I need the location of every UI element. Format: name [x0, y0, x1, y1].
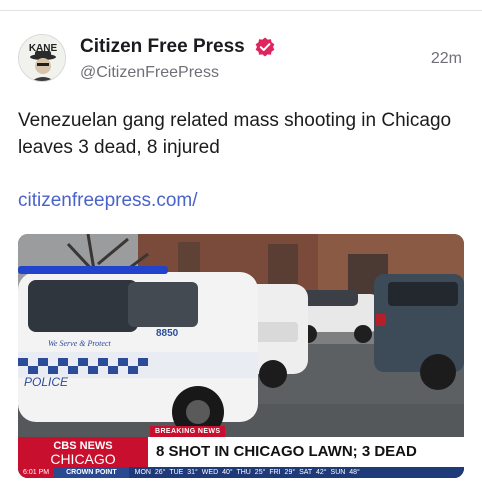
ticker-weather: MON 26° TUE 31° WED 40° THU 25° FRI 29° …: [134, 469, 360, 476]
cbs-logo: CBS NEWS CHICAGO: [18, 437, 148, 467]
ticker-location: CROWN POINT: [54, 467, 129, 478]
avatar[interactable]: KANE: [18, 34, 66, 82]
car-label: POLICE: [24, 375, 69, 389]
post-link[interactable]: citizenfreepress.com/: [18, 190, 198, 212]
breaking-news-label: BREAKING NEWS: [150, 426, 226, 437]
verified-badge-icon: [255, 37, 275, 57]
top-divider: [0, 10, 482, 11]
news-headline: 8 SHOT IN CHICAGO LAWN; 3 DEAD: [148, 437, 464, 467]
cbs-logo-line2: CHICAGO: [50, 451, 116, 467]
post-header: KANE Citizen Free Press @CitizenFreePres…: [18, 34, 466, 88]
ticker-time: 6:01 PM: [18, 467, 55, 478]
media-image[interactable]: POLICE We Serve & Protect 8850 BREAKING …: [18, 234, 464, 478]
post-time: 22m: [430, 50, 462, 67]
handle[interactable]: @CitizenFreePress: [80, 64, 275, 82]
car-slogan: We Serve & Protect: [48, 339, 111, 348]
author-names: Citizen Free Press @CitizenFreePress: [80, 36, 275, 82]
avatar-image: KANE: [19, 35, 65, 81]
post-text: Venezuelan gang related mass shooting in…: [18, 110, 452, 158]
news-ticker: 6:01 PM CROWN POINT MON 26° TUE 31° WED 40…: [18, 467, 464, 478]
display-name[interactable]: Citizen Free Press: [80, 36, 245, 58]
car-number: 8850: [156, 328, 179, 339]
